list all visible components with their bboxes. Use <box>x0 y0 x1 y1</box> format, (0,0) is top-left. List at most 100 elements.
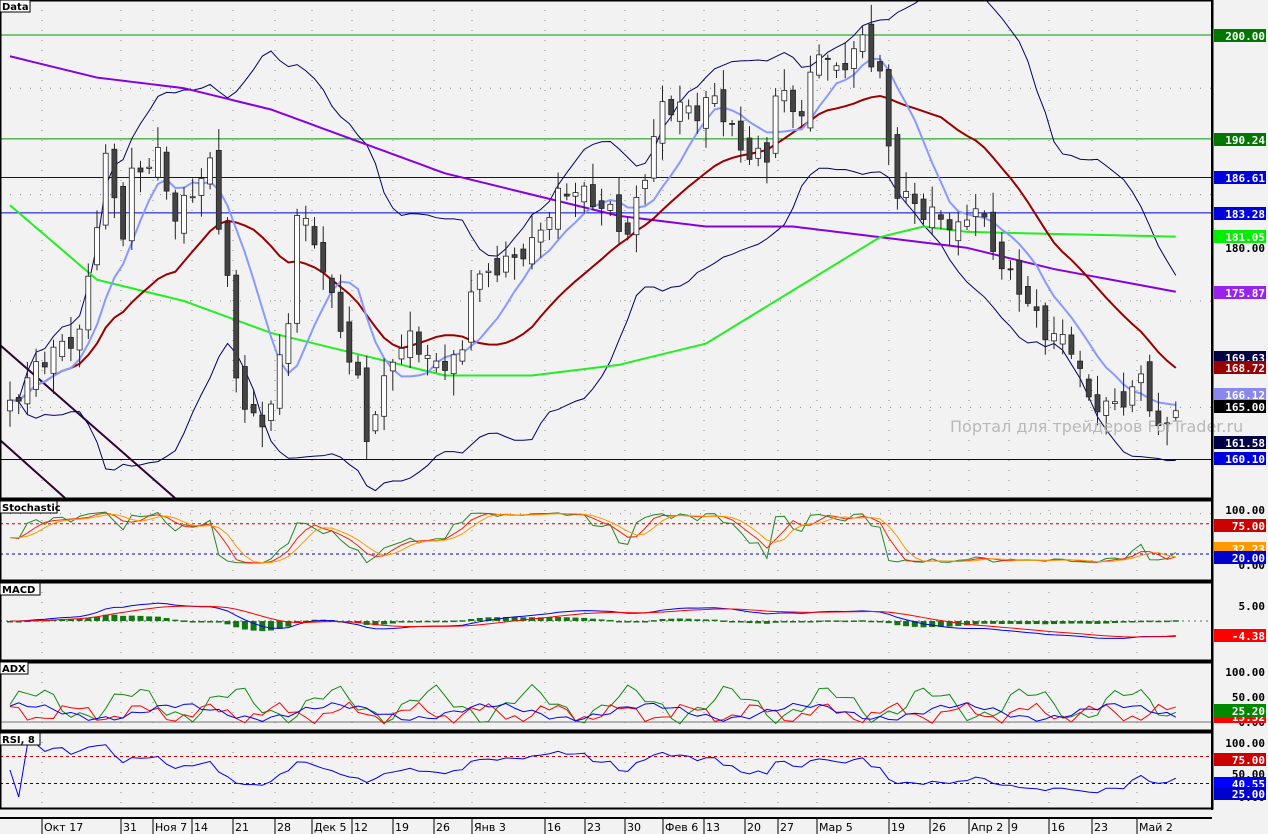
candle-body <box>642 179 648 189</box>
price-tag: 183.28 <box>1225 208 1265 221</box>
candle-body <box>1051 333 1057 342</box>
candle-body <box>494 258 501 276</box>
candle-body <box>1077 360 1083 369</box>
candle-body <box>468 291 475 343</box>
candle-body <box>555 187 561 230</box>
date-label: 26 <box>932 821 946 834</box>
candle-body <box>346 321 353 363</box>
macd-histogram-bar <box>233 621 240 628</box>
candle-body <box>677 101 683 122</box>
macd-histogram-bar <box>137 615 144 621</box>
candle-body <box>415 331 422 355</box>
macd-histogram-bar <box>685 618 692 621</box>
price-tag: 190.24 <box>1225 134 1265 147</box>
candle-body <box>798 111 805 117</box>
candle-body <box>746 137 753 160</box>
macd-histogram-bar <box>703 619 709 621</box>
price-tag: 168.72 <box>1225 362 1265 375</box>
macd-histogram-bar <box>816 620 823 623</box>
panel-label-stochastic: Stochastic <box>2 503 61 514</box>
macd-histogram-bar <box>207 621 214 623</box>
candle-body <box>59 340 66 358</box>
candle-body <box>389 361 396 372</box>
date-label: 12 <box>354 821 368 834</box>
macd-histogram-bar <box>790 621 796 623</box>
macd-histogram-bar <box>998 621 1005 624</box>
candle-body <box>711 95 718 104</box>
macd-histogram-bar <box>76 619 83 621</box>
macd-histogram-bar <box>859 620 866 622</box>
date-label: Ноя 7 <box>155 821 187 834</box>
date-label: 23 <box>587 821 601 834</box>
candle-body <box>398 347 405 360</box>
macd-tag: -4.38 <box>1232 630 1265 643</box>
price-tag: 165.00 <box>1225 401 1265 414</box>
candle-body <box>903 191 909 198</box>
candle-body <box>720 89 727 123</box>
date-label: 20 <box>747 821 761 834</box>
macd-histogram-bar <box>215 621 222 623</box>
macd-histogram-bar <box>1138 620 1144 623</box>
candle-body <box>981 213 988 218</box>
price-tag: 160.10 <box>1225 453 1265 466</box>
candle-body <box>511 254 518 258</box>
macd-histogram-bar <box>868 620 875 623</box>
candle-body <box>15 397 22 402</box>
macd-histogram-bar <box>407 621 414 623</box>
candle-body <box>276 354 283 409</box>
price-tag: 186.61 <box>1225 172 1265 185</box>
candle-body <box>215 149 222 230</box>
candle-body <box>598 200 605 209</box>
date-label: 27 <box>780 821 794 834</box>
candle-body <box>790 89 796 113</box>
date-label: 26 <box>436 821 450 834</box>
macd-histogram-bar <box>433 620 440 623</box>
macd-histogram-bar <box>1007 621 1014 624</box>
panel-label-adx: ADX <box>2 664 26 675</box>
candle-body <box>755 147 762 159</box>
candle-body <box>485 270 492 273</box>
macd-histogram-bar <box>241 621 248 630</box>
candle-body <box>433 360 440 369</box>
candle-body <box>990 211 996 252</box>
candle-body <box>972 208 979 217</box>
macd-histogram-bar <box>781 621 788 623</box>
candle-body <box>851 48 857 69</box>
macd-histogram-bar <box>111 614 118 621</box>
candle-body <box>1016 259 1023 295</box>
macd-histogram-bar <box>450 620 457 623</box>
candle-body <box>442 360 448 371</box>
macd-histogram-bar <box>1155 620 1162 623</box>
adx-tick: 50.00 <box>1232 691 1265 704</box>
candle-body <box>833 65 840 71</box>
macd-histogram-bar <box>842 620 849 623</box>
candle-body <box>955 221 962 242</box>
macd-histogram-bar <box>746 621 753 624</box>
macd-histogram-bar <box>468 618 475 621</box>
candle-body <box>224 221 231 276</box>
candle-body <box>450 354 457 375</box>
macd-histogram-bar <box>563 617 570 621</box>
price-tag: 175.87 <box>1225 287 1265 300</box>
macd-histogram-bar <box>154 616 161 621</box>
macd-histogram-bar <box>1077 621 1084 624</box>
macd-histogram-bar <box>894 621 901 626</box>
candle-body <box>294 215 301 324</box>
candle-body <box>172 192 179 222</box>
stochastic-tick: 100.00 <box>1225 504 1265 517</box>
candle-body <box>911 193 918 204</box>
candle-body <box>259 414 266 428</box>
candle-body <box>1138 373 1144 384</box>
macd-histogram-bar <box>381 621 388 625</box>
macd-histogram-bar <box>163 617 170 621</box>
date-label: 13 <box>706 821 720 834</box>
candle-body <box>1068 334 1075 355</box>
candle-body <box>546 217 553 230</box>
macd-histogram-bar <box>1172 620 1179 622</box>
watermark: Портал для трейдеров ForTrader.ru <box>950 417 1243 436</box>
macd-histogram-bar <box>1129 621 1136 623</box>
candle-body <box>703 97 709 129</box>
macd-histogram-bar <box>1059 621 1066 624</box>
candle-body <box>668 99 675 116</box>
date-label: Дек 5 <box>314 821 347 834</box>
